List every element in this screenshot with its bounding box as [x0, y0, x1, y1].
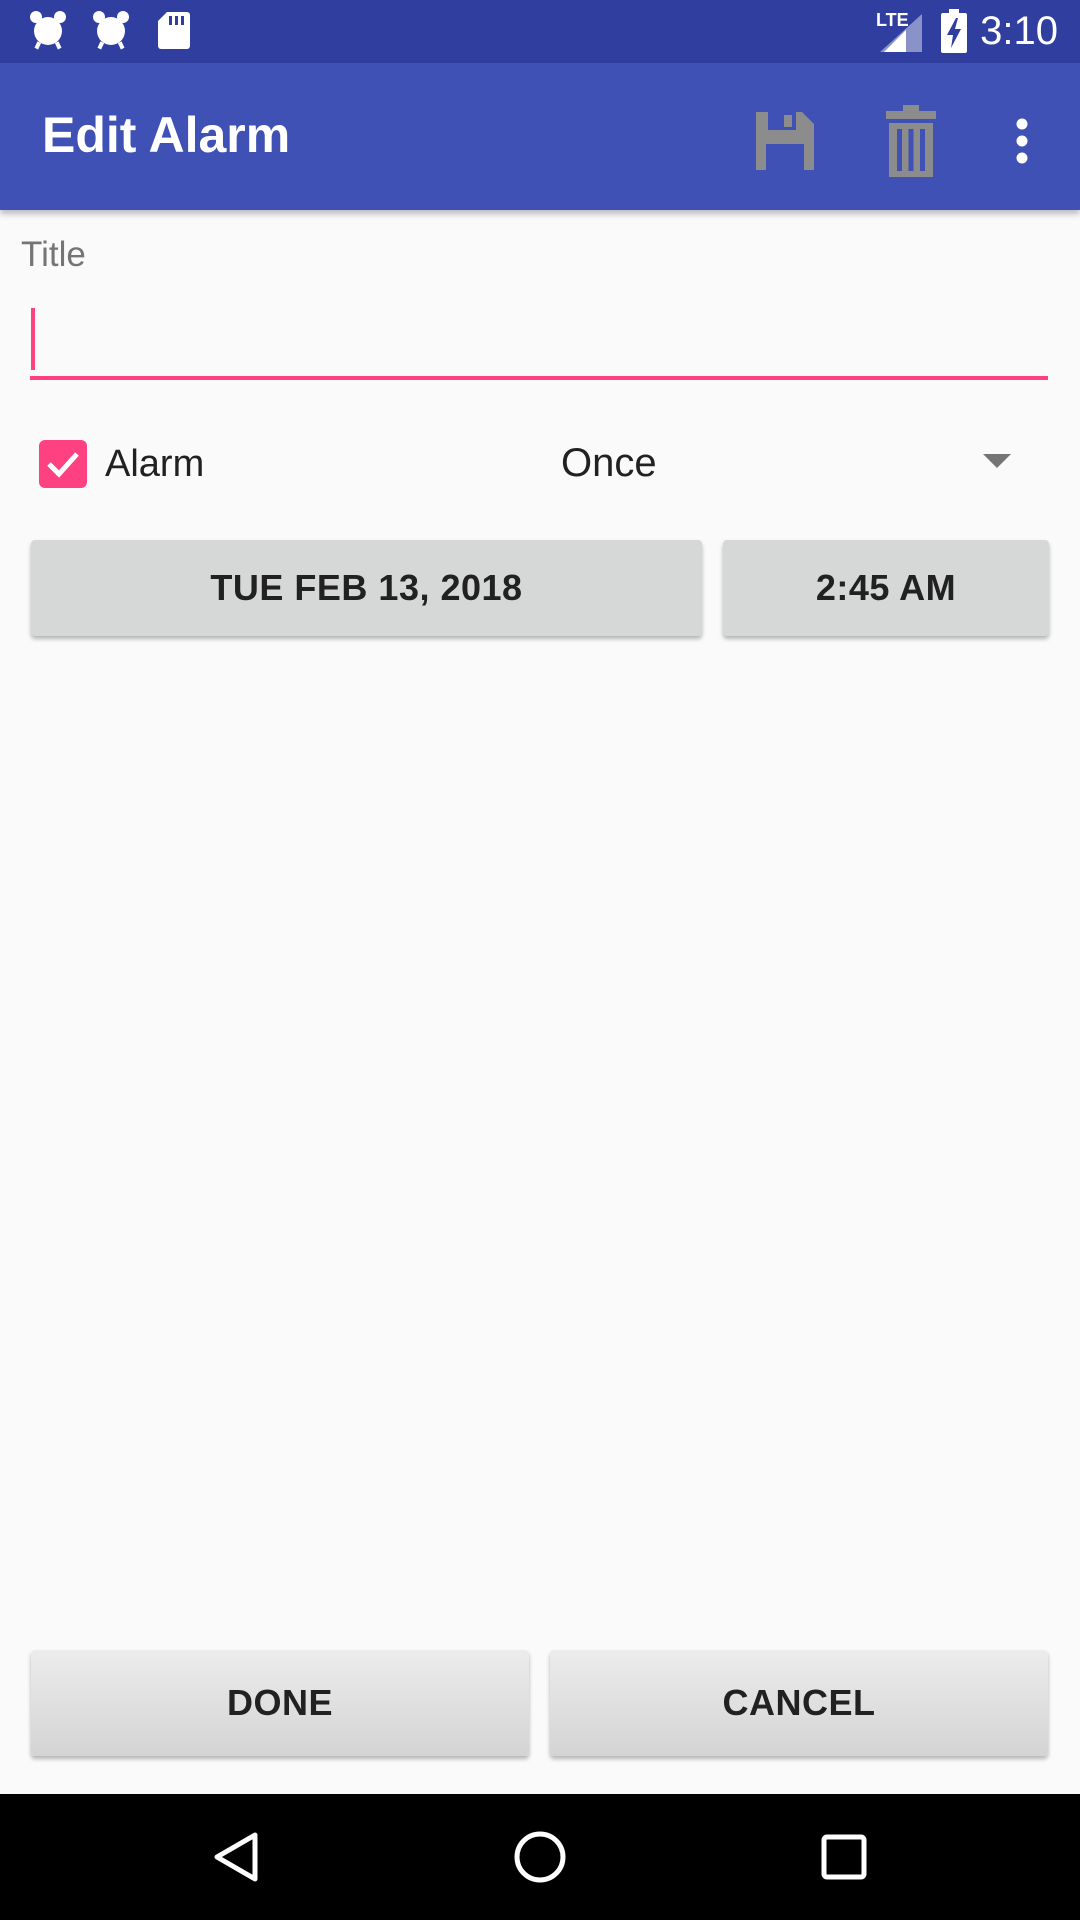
date-button[interactable]: TUE FEB 13, 2018: [31, 540, 702, 636]
trash-icon: [886, 105, 936, 177]
alarm-checkbox[interactable]: [39, 440, 87, 488]
back-button[interactable]: [206, 1827, 266, 1887]
title-input[interactable]: [30, 300, 1048, 380]
status-bar: LTE 3:10: [0, 0, 1080, 63]
text-cursor: [31, 308, 35, 370]
signal-icon: [880, 14, 922, 56]
save-icon: [756, 112, 814, 170]
back-icon: [214, 1832, 258, 1882]
overflow-menu-icon: [1016, 118, 1028, 164]
home-button[interactable]: [510, 1827, 570, 1887]
battery-charging-icon: [941, 9, 967, 57]
recents-icon: [821, 1834, 867, 1880]
repeat-spinner[interactable]: Once: [561, 436, 657, 490]
sd-card-icon: [157, 10, 191, 54]
navigation-bar: [0, 1794, 1080, 1920]
title-label: Title: [21, 235, 86, 274]
delete-button[interactable]: [871, 101, 951, 181]
status-time: 3:10: [980, 9, 1058, 53]
alarm-clock-icon: [91, 10, 131, 54]
check-icon: [47, 452, 79, 478]
recents-button[interactable]: [814, 1827, 874, 1887]
page-title: Edit Alarm: [42, 107, 291, 163]
time-button[interactable]: 2:45 AM: [723, 540, 1049, 636]
done-button[interactable]: DONE: [31, 1650, 529, 1756]
dropdown-arrow-icon[interactable]: [983, 454, 1011, 468]
cancel-button[interactable]: CANCEL: [550, 1650, 1048, 1756]
save-button[interactable]: [745, 101, 825, 181]
alarm-checkbox-label[interactable]: Alarm: [105, 438, 204, 490]
home-icon: [514, 1831, 566, 1883]
overflow-menu-button[interactable]: [982, 101, 1062, 181]
alarm-clock-icon: [28, 10, 68, 54]
app-bar: Edit Alarm: [0, 63, 1080, 210]
